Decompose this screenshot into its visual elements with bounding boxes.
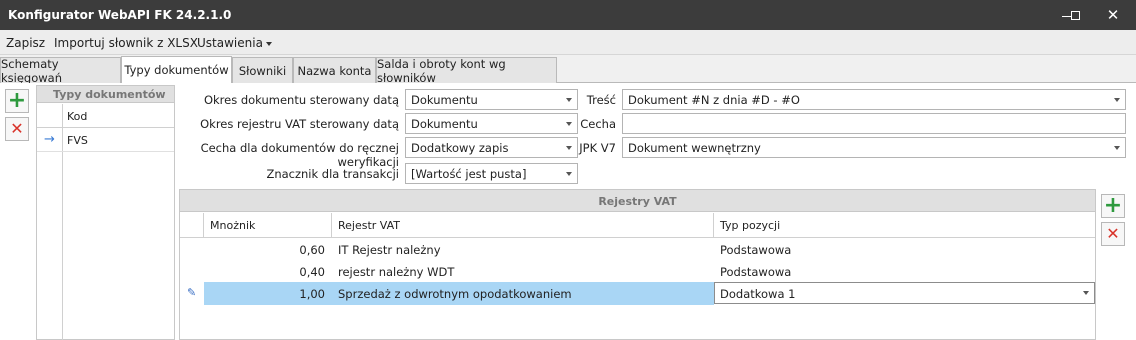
znacznik-value: [Wartość jest pusta] [411,167,527,181]
cross-icon: ✕ [10,119,24,138]
vat-registers-grid: Rejestry VAT Mnożnik Rejestr VAT Typ poz… [179,189,1096,340]
label-jpk-v7: JPK V7 [579,141,616,155]
cecha-weryfikacji-select[interactable]: Dodatkowy zapis [405,137,578,158]
doctype-row[interactable]: → FVS [37,129,174,152]
add-doctype-button[interactable]: + [5,89,29,113]
plus-icon: + [7,88,27,113]
label-okres-dokumentu: Okres dokumentu sterowany datą [203,93,399,107]
close-icon: ✕ [1106,6,1120,24]
jpk-v7-select[interactable]: Dokument wewnętrzny [622,137,1126,158]
vat-row[interactable]: 0,60 IT Rejestr należny Podstawowa [180,238,1095,261]
tab-bar: Schematy księgowań Typy dokumentów Słown… [0,55,1136,85]
typ-pozycji-editor[interactable]: Dodatkowa 1 [714,282,1095,304]
add-vat-register-button[interactable]: + [1101,194,1125,218]
tresc-value: Dokument #N z dnia #D - #O [628,93,800,107]
vat-row-rejestr: IT Rejestr należny [338,243,441,257]
chevron-down-icon [265,41,272,46]
column-header-typ[interactable]: Typ pozycji [714,213,1095,238]
vat-row-mnoznik: 0,40 [299,265,325,279]
typ-pozycji-editor-value: Dodatkowa 1 [720,287,796,301]
dropdown-arrow-icon [566,172,572,176]
row-indicator-header [180,213,204,238]
menu-save[interactable]: Zapisz [6,36,45,50]
cecha-weryfikacji-value: Dodatkowy zapis [411,141,509,155]
dropdown-arrow-icon [566,98,572,102]
dropdown-arrow-icon [1114,98,1120,102]
remove-vat-register-button[interactable]: ✕ [1101,222,1125,246]
vat-row-rejestr: rejestr należny WDT [338,265,455,279]
vat-row[interactable]: 0,40 rejestr należny WDT Podstawowa [180,260,1095,283]
vat-row-editing[interactable]: ✎ 1,00 Sprzedaż z odwrotnym opodatkowani… [180,282,1095,305]
pencil-icon: ✎ [187,286,197,299]
dropdown-arrow-icon [566,146,572,150]
menu-bar: Zapisz Importuj słownik z XLSX Ustawieni… [0,30,1136,55]
label-cecha: Cecha [580,117,616,131]
menu-settings-label: Ustawienia [197,36,263,50]
vat-row-typ: Podstawowa [720,265,792,279]
arrow-right-icon: → [44,132,55,147]
column-header-kod-label: Kod [67,110,88,123]
tab-typy-dokumentow[interactable]: Typy dokumentów [121,56,232,83]
close-window-button[interactable]: ✕ [1090,0,1136,30]
tab-nazwa-konta[interactable]: Nazwa konta [293,57,376,83]
okres-vat-select[interactable]: Dokumentu [405,113,578,134]
vat-row-typ: Podstawowa [720,243,792,257]
remove-doctype-button[interactable]: ✕ [5,117,29,141]
dropdown-arrow-icon [566,122,572,126]
vat-row-mnoznik: 0,60 [299,243,325,257]
app-window: Konfigurator WebAPI FK 24.2.1.0 ✕ Zapisz… [0,0,1136,340]
vat-row-rejestr: Sprzedaż z odwrotnym opodatkowaniem [338,287,572,301]
tab-schematy[interactable]: Schematy księgowań [0,57,121,85]
label-znacznik: Znacznik dla transakcji [266,167,399,181]
vat-registers-header: Rejestry VAT [180,190,1095,212]
title-bar: Konfigurator WebAPI FK 24.2.1.0 ✕ [0,0,1136,30]
jpk-v7-value: Dokument wewnętrzny [628,141,761,155]
column-header-kod[interactable]: Kod [37,104,174,128]
cecha-input[interactable] [622,113,1126,134]
tab-slowniki[interactable]: Słowniki [232,57,293,83]
menu-settings[interactable]: Ustawienia [197,36,272,50]
tresc-select[interactable]: Dokument #N z dnia #D - #O [622,89,1126,110]
okres-dokumentu-value: Dokumentu [411,93,478,107]
cross-icon: ✕ [1106,224,1120,243]
label-cecha-weryfikacji: Cecha dla dokumentów do ręcznej weryfika… [200,141,399,169]
dropdown-arrow-icon [1114,146,1120,150]
doctypes-grid: Typy dokumentów Kod → FVS [36,85,175,340]
okres-dokumentu-select[interactable]: Dokumentu [405,89,578,110]
menu-import-xlsx[interactable]: Importuj słownik z XLSX [54,36,198,50]
vat-row-mnoznik: 1,00 [299,287,325,301]
doctype-code: FVS [67,134,88,147]
column-header-rejestr[interactable]: Rejestr VAT [332,213,714,238]
znacznik-select[interactable]: [Wartość jest pusta] [405,163,578,184]
maximize-icon [1070,10,1080,20]
window-title: Konfigurator WebAPI FK 24.2.1.0 [8,8,232,22]
label-okres-vat: Okres rejestru VAT sterowany datą [200,117,399,131]
doctypes-header: Typy dokumentów [37,86,174,103]
column-header-mnoznik[interactable]: Mnożnik [204,213,332,238]
label-tresc: Treść [586,93,616,107]
tab-salda-obroty[interactable]: Salda i obroty kont wg słowników [376,57,557,85]
dropdown-arrow-icon [1083,291,1089,295]
plus-icon: + [1103,193,1123,218]
okres-vat-value: Dokumentu [411,117,478,131]
